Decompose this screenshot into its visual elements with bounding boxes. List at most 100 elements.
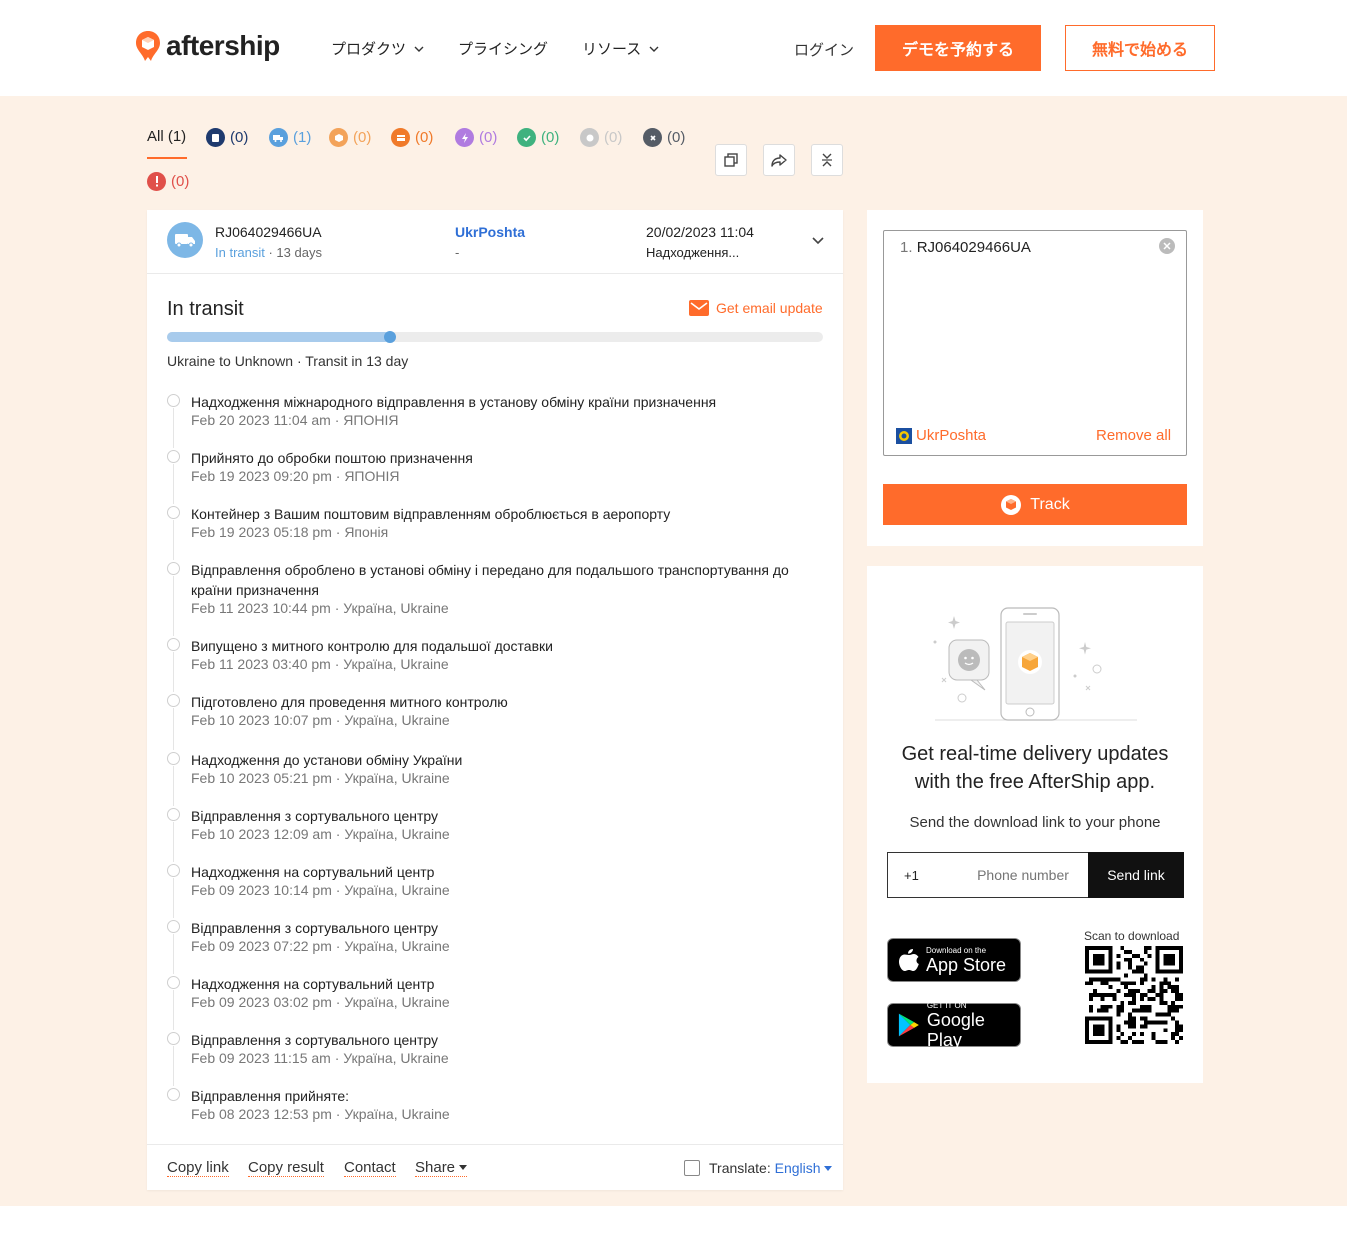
email-update-link[interactable]: Get email update [689,300,823,316]
checkpoint-meta: Feb 11 2023 03:40 pm · Україна, Ukraine [191,656,449,672]
caret-down-icon [824,1166,833,1172]
brand-name: aftership [166,30,280,61]
tab-count: (0) [230,129,249,146]
phone-illustration [933,607,1137,721]
pending-icon [580,128,599,147]
detected-courier[interactable]: UkrPoshta [896,427,986,444]
checkpoint-meta: Feb 09 2023 07:22 pm · Україна, Ukraine [191,938,450,954]
chevron-down-icon [649,46,659,52]
google-play-text: GET IT ON Google Play [927,1001,1020,1050]
checkpoint-connector [173,766,174,806]
route-summary: Ukraine to Unknown · Transit in 13 day [167,353,409,369]
tab-pending[interactable]: (0) [580,128,622,147]
send-link-button[interactable]: Send link [1088,852,1184,898]
checkpoint-connector [173,1046,174,1086]
checkpoint-dot [167,752,180,765]
checkpoint-meta: Feb 10 2023 10:07 pm · Україна, Ukraine [191,712,450,728]
shipment-summary-row[interactable]: RJ064029466UA In transit · 13 days UkrPo… [147,210,843,274]
translate-checkbox[interactable] [684,1160,700,1176]
collapse-all-button[interactable] [811,144,843,176]
copy-result-button[interactable]: Copy result [248,1159,324,1177]
checkpoint-connector [173,990,174,1030]
last-event-short: Надходження... [646,245,740,260]
checkpoint-meta: Feb 09 2023 10:14 pm · Україна, Ukraine [191,882,450,898]
login-link[interactable]: ログイン [794,39,854,60]
transit-progress-bar [167,331,823,343]
tab-out-for-delivery[interactable]: (0) [329,128,371,147]
app-promo-title-line1: Get real-time delivery updates [901,743,1169,765]
book-demo-button[interactable]: デモを予約する [875,25,1041,71]
aftership-logo-icon [1001,494,1022,515]
available-for-pickup-icon [391,128,410,147]
share-icon [771,154,787,167]
tab-info-received[interactable]: (0) [206,128,248,147]
tab-exception[interactable]: (0) [147,172,189,191]
app-promo-title-line2: with the free AfterShip app. [914,771,1156,793]
contact-button[interactable]: Contact [344,1159,396,1177]
active-tab-indicator [147,157,187,159]
tab-failed-attempt[interactable]: (0) [455,128,497,147]
share-dropdown[interactable]: Share [415,1159,468,1177]
tab-all[interactable]: All (1) [147,128,186,145]
email-update-label: Get email update [716,300,823,316]
checkpoint-dot [167,450,180,463]
phone-number-input[interactable] [958,854,1088,896]
courier-sub: - [455,245,460,260]
nav-pricing[interactable]: プライシング [458,38,548,59]
line-value: RJ064029466UA [916,239,1031,256]
checkpoint-title: Підготовлено для проведення митного конт… [191,694,508,710]
tab-in-transit[interactable]: (1) [269,128,311,147]
tab-expired[interactable]: (0) [643,128,685,147]
tab-available-for-pickup[interactable]: (0) [391,128,433,147]
aftership-logo[interactable]: aftership [134,30,280,62]
checkpoint-title: Випущено з митного контролю для подальшо… [191,638,553,654]
tab-count: (0) [541,129,560,146]
nav-resources[interactable]: リソース [582,38,659,59]
checkpoint-connector [173,652,174,692]
checkpoint-title: Відправлення оброблено в установі обміну… [191,562,789,598]
clear-icon[interactable] [1159,238,1175,254]
checkpoint-meta: Feb 11 2023 10:44 pm · Україна, Ukraine [191,600,449,616]
info-received-icon [206,128,225,147]
country-code-select[interactable]: +1 [904,868,919,883]
tab-count: (1) [293,129,312,146]
status-label: In transit [215,245,265,260]
main-nav: プロダクツ プライシング リソース [331,38,693,59]
checkpoint-title: Надходження на сортувальний центр [191,976,435,992]
app-promo-card: Get real-time delivery updates with the … [867,566,1203,1083]
courier-name[interactable]: UkrPoshta [455,224,525,240]
start-free-button[interactable]: 無料で始める [1065,25,1215,71]
google-play-small: GET IT ON [926,1000,967,1010]
app-store-badge[interactable]: Download on the App Store [887,938,1021,982]
checkpoint-dot [167,638,180,651]
checkpoint-meta: Feb 10 2023 12:09 am · Україна, Ukraine [191,826,450,842]
translate-language: English [774,1160,821,1176]
ukrposhta-logo-icon [896,427,912,444]
app-store-small: Download on the [926,945,987,955]
chevron-down-icon [414,46,424,52]
nav-products[interactable]: プロダクツ [331,38,424,59]
translate-language-select[interactable]: English [775,1160,833,1176]
checkpoint-meta: Feb 20 2023 11:04 am · ЯПОНІЯ [191,412,399,428]
checkpoint-meta: Feb 10 2023 05:21 pm · Україна, Ukraine [191,770,450,786]
chevron-down-icon[interactable] [811,234,825,248]
app-promo-subtitle: Send the download link to your phone [909,814,1161,831]
share-all-button[interactable] [763,144,795,176]
tab-count: (0) [353,129,372,146]
tracking-numbers-input[interactable]: 1. RJ064029466UA UkrPoshta Remove all [883,230,1187,456]
email-icon [689,300,709,316]
tab-delivered[interactable]: (0) [517,128,559,147]
copy-all-button[interactable] [715,144,747,176]
checkpoint-connector [173,408,174,448]
google-play-icon [898,1013,919,1037]
google-play-big: Google Play [926,1009,985,1050]
google-play-badge[interactable]: GET IT ON Google Play [887,1001,1021,1050]
tab-count: (0) [171,173,190,190]
track-button-label: Track [1030,495,1070,513]
remove-all-button[interactable]: Remove all [1096,427,1171,444]
checkpoint-dot [167,1088,180,1101]
checkpoint-meta: Feb 08 2023 12:53 pm · Україна, Ukraine [191,1106,450,1122]
copy-link-button[interactable]: Copy link [167,1159,229,1177]
track-button[interactable]: Track [883,484,1187,525]
share-label: Share [415,1159,456,1176]
